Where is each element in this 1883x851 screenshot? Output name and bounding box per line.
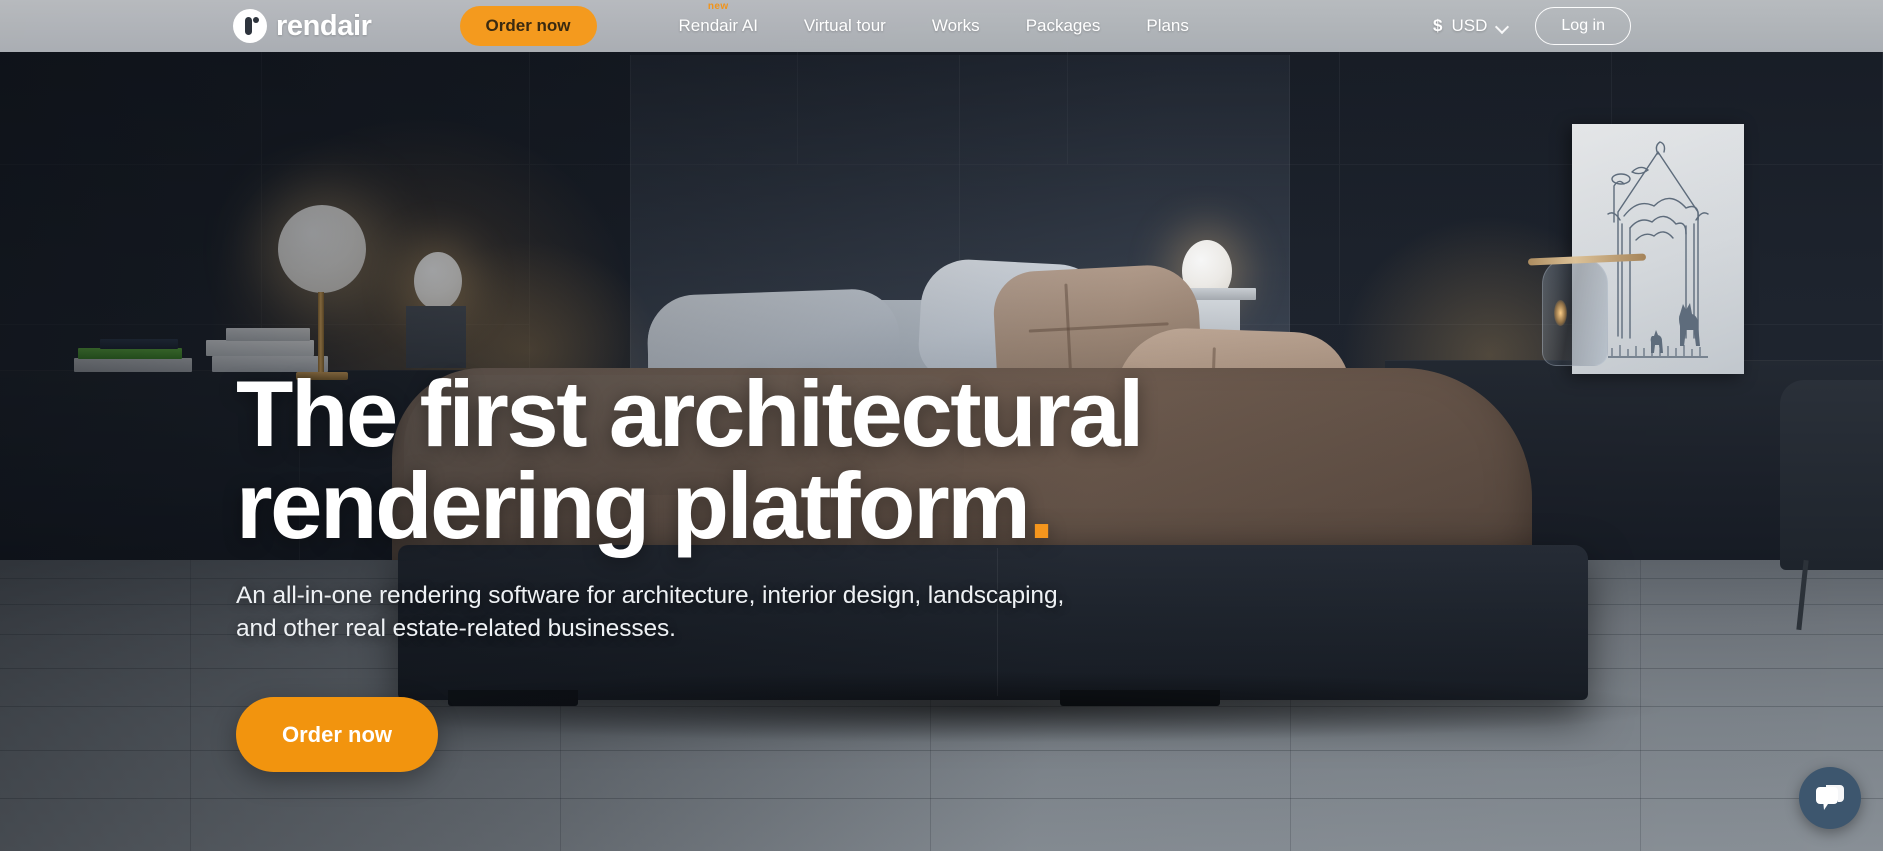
- currency-code: USD: [1451, 16, 1488, 35]
- chevron-down-icon: [1496, 22, 1509, 30]
- nav-item-label: Rendair AI: [678, 16, 758, 35]
- table-lamp-shade-left: [278, 205, 366, 293]
- header-order-now-button[interactable]: Order now: [459, 6, 597, 46]
- book-stack-item: [78, 348, 182, 359]
- main-navigation: new Rendair AI Virtual tour Works Packag…: [678, 1, 1189, 36]
- book-stack-item: [206, 340, 314, 356]
- nav-item-rendair-ai[interactable]: new Rendair AI: [678, 1, 758, 36]
- book-stack-item: [226, 328, 310, 341]
- hero-title-line-2: rendering platform: [236, 453, 1031, 559]
- wall-panel: [0, 165, 262, 325]
- book-stack-item: [100, 339, 178, 349]
- hero-subtitle-line-1: An all-in-one rendering software for arc…: [236, 582, 1065, 610]
- nav-item-plans[interactable]: Plans: [1146, 16, 1189, 36]
- currency-selector[interactable]: $ USD: [1433, 16, 1509, 36]
- rendair-logo-icon: [233, 9, 267, 43]
- nav-item-works[interactable]: Works: [932, 16, 980, 36]
- dollar-sign-icon: $: [1433, 16, 1443, 35]
- chat-widget-button[interactable]: [1799, 767, 1861, 829]
- page-title: The first architectural rendering platfo…: [236, 367, 1236, 553]
- header-actions: $ USD Log in: [1433, 7, 1631, 45]
- login-button[interactable]: Log in: [1535, 7, 1631, 45]
- landing-page: rendair Order now new Rendair AI Virtual…: [0, 0, 1883, 851]
- glass-vase: [1542, 258, 1608, 366]
- chat-bubble-icon: [1816, 785, 1844, 810]
- armchair: [1780, 380, 1883, 570]
- hero-subtitle: An all-in-one rendering software for arc…: [236, 580, 1196, 645]
- hero-title-period: .: [1028, 453, 1054, 559]
- nav-item-packages[interactable]: Packages: [1026, 16, 1101, 36]
- nav-item-virtual-tour[interactable]: Virtual tour: [804, 16, 886, 36]
- orb-lamp-shade-left: [414, 252, 462, 310]
- nav-new-badge: new: [707, 1, 729, 12]
- hero-section: The first architectural rendering platfo…: [236, 367, 1236, 773]
- book-stack-item: [74, 358, 192, 372]
- brand-logo[interactable]: rendair: [233, 9, 372, 43]
- candle-flame: [1554, 300, 1567, 326]
- site-header: rendair Order now new Rendair AI Virtual…: [0, 0, 1883, 52]
- hero-subtitle-line-2: and other real estate-related businesses…: [236, 614, 676, 642]
- hero-order-now-button[interactable]: Order now: [236, 697, 439, 773]
- brand-name: rendair: [276, 9, 372, 42]
- hero-title-line-1: The first architectural: [236, 361, 1144, 466]
- orb-lamp-block-left: [406, 306, 466, 368]
